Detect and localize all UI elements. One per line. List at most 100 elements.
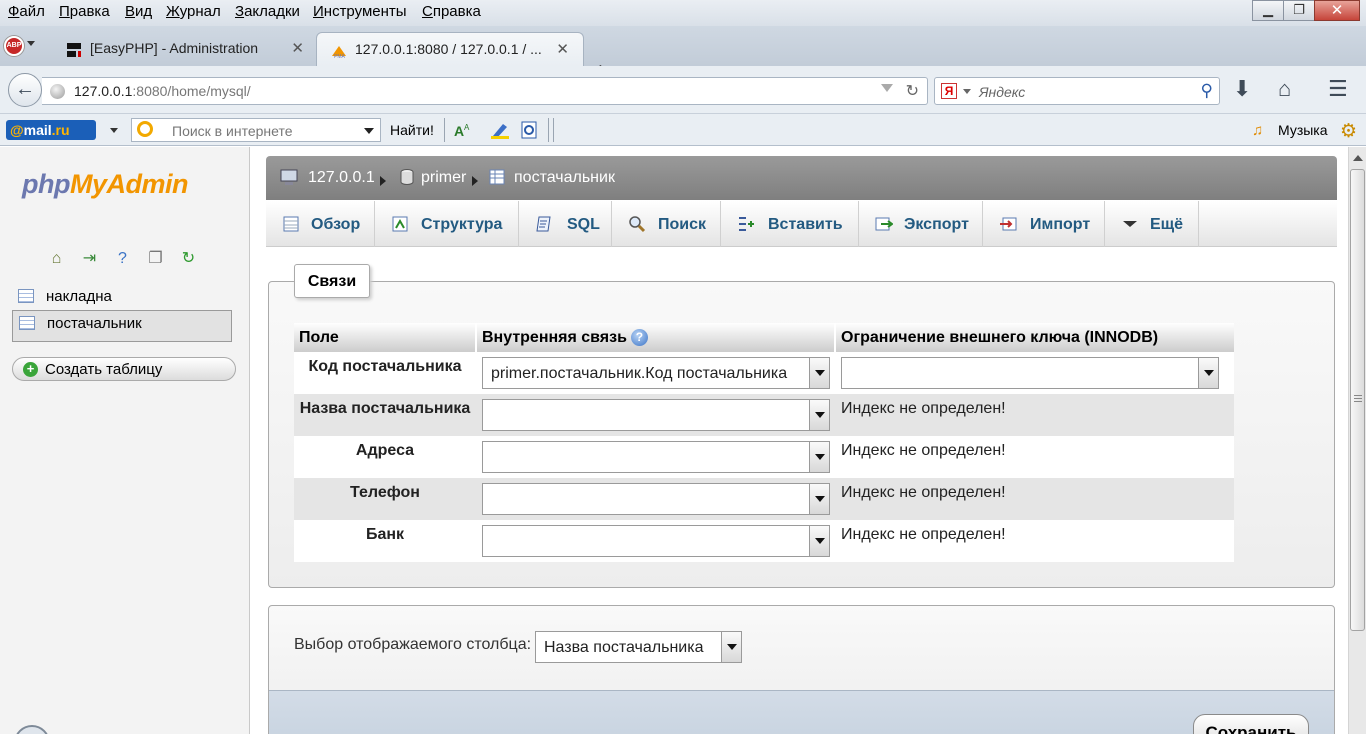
help-icon[interactable]: ? <box>112 248 133 269</box>
sidebar-item-label: накладна <box>46 288 112 305</box>
adblock-icon[interactable]: ABP <box>4 36 24 56</box>
restore-button[interactable]: ❐ <box>1283 0 1315 21</box>
table-row: Назва постачальника Индекс не определен! <box>294 394 1234 436</box>
mailru-logo[interactable]: @mail.ru <box>6 120 96 140</box>
tab-sql[interactable]: SQL <box>519 201 612 247</box>
internal-relation-select[interactable] <box>482 441 830 473</box>
insert-icon <box>739 217 754 231</box>
scroll-up-icon[interactable] <box>1353 155 1363 161</box>
tab-phpmyadmin[interactable]: PMA 127.0.0.1:8080 / 127.0.0.1 / ... ✕ <box>316 32 584 66</box>
url-text[interactable]: 127.0.0.1:8080/home/mysql/ <box>74 83 251 99</box>
breadcrumb-table[interactable]: постачальник <box>514 169 615 187</box>
home-icon[interactable]: ⌂ <box>46 248 67 269</box>
tab-insert[interactable]: Вставить <box>721 201 859 247</box>
tab-easyphp[interactable]: [EasyPHP] - Administration ✕ <box>52 32 318 66</box>
sidebar-item-nakladna[interactable]: накладна <box>12 284 232 308</box>
svg-text:A: A <box>464 123 470 132</box>
menu-hamburger-icon[interactable]: ☰ <box>1328 78 1348 100</box>
chevron-down-icon[interactable] <box>1198 358 1218 388</box>
tab-browse[interactable]: Обзор <box>266 201 375 247</box>
save-button[interactable]: Сохранить <box>1193 714 1309 734</box>
documentation-icon[interactable]: ❐ <box>145 248 166 269</box>
tab-structure[interactable]: Структура <box>375 201 519 247</box>
close-tab-icon[interactable]: ✕ <box>291 39 304 57</box>
vertical-scrollbar[interactable] <box>1348 147 1366 734</box>
menu-tools[interactable]: Инструменты <box>313 3 407 20</box>
menu-view[interactable]: Вид <box>125 3 152 20</box>
toolbar-divider <box>444 118 445 142</box>
internal-relation-select[interactable]: primer.постачальник.Код постачальника <box>482 357 830 389</box>
save-label: Сохранить <box>1205 723 1297 734</box>
url-path: :8080/home/mysql/ <box>132 83 251 99</box>
breadcrumb-server[interactable]: 127.0.0.1 <box>308 169 375 187</box>
internal-relation-select[interactable] <box>482 399 830 431</box>
chevron-down-icon[interactable] <box>809 442 829 472</box>
sidebar-item-label: постачальник <box>47 315 142 332</box>
gear-icon[interactable]: ⚙ <box>1340 120 1357 143</box>
mailru-logo-at: @ <box>10 122 24 138</box>
tab-export[interactable]: Экспорт <box>859 201 983 247</box>
structure-icon <box>392 216 408 232</box>
chevron-down-icon[interactable] <box>809 526 829 556</box>
download-icon[interactable]: ⬇ <box>1233 78 1251 100</box>
table-tabs: Обзор Структура SQL Поиск Вставить Экспо… <box>266 201 1337 247</box>
yandex-icon[interactable]: Я <box>941 83 957 99</box>
back-arrow-icon: ← <box>15 78 35 100</box>
logo-myadmin: MyAdmin <box>69 169 189 199</box>
chevron-down-icon[interactable] <box>364 128 374 134</box>
tab-search[interactable]: Поиск <box>612 201 721 247</box>
foreign-key-select[interactable] <box>841 357 1219 389</box>
tab-more[interactable]: Ещё <box>1105 201 1199 247</box>
index-warning: Индекс не определен! <box>841 526 1006 543</box>
chevron-down-icon[interactable] <box>809 358 829 388</box>
scrollbar-thumb[interactable] <box>1350 169 1365 631</box>
menu-bookmarks[interactable]: Закладки <box>235 3 300 20</box>
sidebar-item-postachalnyk[interactable]: постачальник <box>12 310 232 342</box>
tab-import[interactable]: Импорт <box>983 201 1105 247</box>
table-row: Банк Индекс не определен! <box>294 520 1234 562</box>
breadcrumb-database[interactable]: primer <box>421 169 466 187</box>
font-size-icon[interactable]: AA <box>454 121 474 139</box>
tab-label: Структура <box>421 216 503 233</box>
create-table-button[interactable]: + Создать таблицу <box>12 357 236 381</box>
close-tab-icon[interactable]: ✕ <box>556 40 569 58</box>
reload-icon[interactable]: ↻ <box>906 81 919 101</box>
minimize-button[interactable]: ▁ <box>1252 0 1284 21</box>
music-button[interactable]: Музыка <box>1278 122 1328 138</box>
back-button[interactable]: ← <box>8 73 42 107</box>
menu-bar: Файл Правка Вид Журнал Закладки Инструме… <box>0 0 1366 26</box>
chevron-down-icon[interactable] <box>809 484 829 514</box>
chevron-down-icon[interactable] <box>809 400 829 430</box>
display-column-select[interactable]: Назва постачальника <box>535 631 742 663</box>
phpmyadmin-logo[interactable]: phpMyAdmin <box>22 169 188 200</box>
find-button[interactable]: Найти! <box>390 122 434 138</box>
table-row: Код постачальника primer.постачальник.Ко… <box>294 352 1234 394</box>
search-placeholder: Яндекс <box>979 84 1026 100</box>
tab-label: Ещё <box>1150 216 1184 233</box>
chevron-down-icon[interactable] <box>721 632 741 662</box>
mailru-search-input[interactable]: Поиск в интернете <box>131 118 381 142</box>
reload-icon[interactable]: ↻ <box>178 248 199 269</box>
search-engine-dropdown-icon[interactable] <box>963 89 971 94</box>
help-icon[interactable]: ? <box>630 329 648 347</box>
highlight-pen-icon[interactable] <box>490 121 510 139</box>
internal-relation-select[interactable] <box>482 525 830 557</box>
menu-help[interactable]: Справка <box>422 3 481 20</box>
search-icon[interactable]: ⚲ <box>1201 81 1213 101</box>
logout-icon[interactable]: ⇥ <box>79 248 100 269</box>
svg-text:A: A <box>454 123 464 139</box>
mailru-dropdown-icon[interactable] <box>110 128 118 133</box>
close-window-button[interactable]: ✕ <box>1314 0 1360 21</box>
adblock-dropdown-icon[interactable] <box>27 41 35 46</box>
zoom-page-icon[interactable] <box>520 121 540 139</box>
grip-icon <box>1354 395 1362 403</box>
internal-relation-select[interactable] <box>482 483 830 515</box>
console-toggle-icon[interactable] <box>14 725 50 734</box>
search-bar[interactable]: Я Яндекс ⚲ <box>934 77 1220 105</box>
url-history-dropdown-icon[interactable] <box>881 84 893 92</box>
menu-edit[interactable]: Правка <box>59 3 110 20</box>
menu-file[interactable]: Файл <box>8 3 45 20</box>
menu-history[interactable]: Журнал <box>166 3 221 20</box>
home-icon[interactable]: ⌂ <box>1278 78 1291 100</box>
url-bar[interactable]: 127.0.0.1:8080/home/mysql/ ↻ <box>42 77 928 105</box>
